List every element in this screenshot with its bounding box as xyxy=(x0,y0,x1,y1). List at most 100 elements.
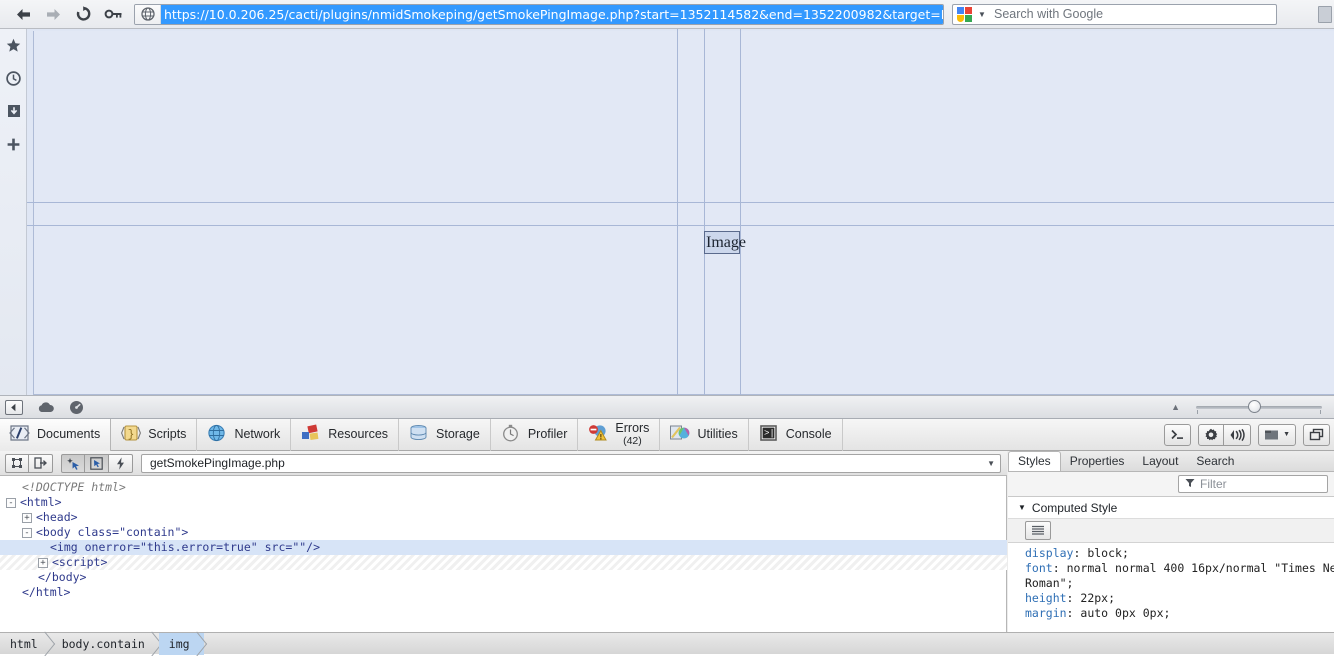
tab-properties[interactable]: Properties xyxy=(1061,452,1134,471)
zoom-handle[interactable] xyxy=(1248,400,1261,413)
dom-node-text: </body> xyxy=(38,570,87,584)
tab-label: Errors xyxy=(615,421,650,436)
dom-node-text: <body class="contain"> xyxy=(36,525,189,539)
tab-documents[interactable]: Documents xyxy=(0,418,112,451)
documents-icon xyxy=(8,423,31,446)
dom-tree-row[interactable]: </body> xyxy=(0,570,1007,585)
breadcrumb-item-html[interactable]: html xyxy=(0,633,52,655)
tab-profiler[interactable]: Profiler xyxy=(491,418,579,451)
tab-label: Network xyxy=(234,426,281,441)
utilities-icon xyxy=(668,423,691,446)
tab-layout[interactable]: Layout xyxy=(1133,452,1187,471)
dom-panel: getSmokePingImage.php ▼ <!DOCTYPE html> … xyxy=(0,451,1007,635)
chevron-down-icon[interactable]: ▼ xyxy=(978,10,986,19)
highlight-element-button[interactable] xyxy=(61,453,85,473)
dom-tree-row-selected[interactable]: <img onerror="this.error=true" src=""/> xyxy=(0,540,1007,555)
svg-text:}: } xyxy=(128,429,135,441)
tab-label: Resources xyxy=(328,426,389,441)
security-key-icon[interactable] xyxy=(98,1,128,27)
computed-style-row: display: block; xyxy=(1025,546,1129,560)
search-input[interactable]: Search with Google xyxy=(986,7,1276,21)
lines-icon[interactable] xyxy=(1025,521,1051,540)
css-value: Roman"; xyxy=(1025,576,1074,590)
resources-icon xyxy=(299,423,322,446)
toolbar-overflow xyxy=(1277,5,1334,23)
forward-button[interactable] xyxy=(38,1,68,27)
cloud-icon[interactable] xyxy=(37,401,55,413)
dom-tree-row[interactable]: <!DOCTYPE html> xyxy=(0,480,1007,495)
tab-errors[interactable]: Errors (42) xyxy=(578,418,661,451)
triangle-up-icon[interactable]: ▲ xyxy=(1171,402,1180,412)
errors-icon xyxy=(586,423,609,446)
breadcrumb-item-img[interactable]: img xyxy=(158,632,204,655)
remote-debug-button[interactable] xyxy=(1224,423,1252,446)
dom-node-text: <script> xyxy=(52,555,108,569)
trash-icon[interactable] xyxy=(1318,5,1332,23)
dom-tree-row[interactable]: + <script> xyxy=(0,555,1007,570)
dom-tree-row[interactable]: </html> xyxy=(0,585,1007,600)
dom-tree-row[interactable]: - <body class="contain"> xyxy=(0,525,1007,540)
dom-tree[interactable]: <!DOCTYPE html> - <html> + <head> - <body c… xyxy=(0,476,1007,635)
panel-toggle-icon[interactable] xyxy=(5,399,23,415)
tab-scripts[interactable]: } Scripts xyxy=(111,418,198,451)
tab-utilities[interactable]: Utilities xyxy=(660,418,749,451)
force-state-button[interactable] xyxy=(109,453,133,473)
dom-tree-row[interactable]: + <head> xyxy=(0,510,1007,525)
select-element-button[interactable] xyxy=(85,453,109,473)
detach-button[interactable] xyxy=(1303,423,1330,446)
page-content-area[interactable]: Image xyxy=(27,29,1334,395)
collapse-toggle[interactable]: - xyxy=(22,527,32,538)
document-selector-value: getSmokePingImage.php xyxy=(150,456,285,470)
styles-filter-bar: Filter xyxy=(1008,472,1334,497)
computed-style-list[interactable]: display: block; font: normal normal 400 … xyxy=(1008,543,1334,635)
command-line-button[interactable] xyxy=(1164,423,1192,446)
tab-network[interactable]: Network xyxy=(197,418,292,451)
chevron-down-icon[interactable]: ▼ xyxy=(987,459,995,468)
layout-guide-baseline xyxy=(27,225,1334,226)
tab-label: Console xyxy=(785,426,832,441)
computed-style-row: height: 22px; xyxy=(1025,591,1116,605)
gauge-icon[interactable] xyxy=(69,400,84,415)
styles-panel: Styles Properties Layout Search Filter ▼… xyxy=(1008,451,1334,635)
dom-tree-row[interactable]: - <html> xyxy=(0,495,1007,510)
document-selector[interactable]: getSmokePingImage.php ▼ xyxy=(141,453,1001,473)
tab-resources[interactable]: Resources xyxy=(291,418,400,451)
css-property: display xyxy=(1025,546,1074,560)
star-icon[interactable] xyxy=(0,29,27,62)
computed-style-toolbar xyxy=(1008,519,1334,543)
chevron-down-icon[interactable]: ▼ xyxy=(1283,431,1290,438)
expand-toggle[interactable]: + xyxy=(22,512,32,523)
collapse-toggle[interactable]: - xyxy=(6,497,16,508)
clock-icon[interactable] xyxy=(0,62,27,95)
expand-all-button[interactable] xyxy=(5,453,29,473)
css-value: normal normal 400 16px/normal "Times New xyxy=(1066,561,1334,575)
address-bar-input[interactable]: https://10.0.206.25/cacti/plugins/nmidSm… xyxy=(161,4,943,24)
tab-storage[interactable]: Storage xyxy=(399,418,491,451)
tab-label: Documents xyxy=(37,426,101,441)
css-value: auto 0px 0px; xyxy=(1080,606,1171,620)
window-mode-button[interactable]: ▼ xyxy=(1258,423,1296,446)
layout-guide-img-right xyxy=(740,29,741,395)
back-button[interactable] xyxy=(8,1,38,27)
tab-styles[interactable]: Styles xyxy=(1008,451,1061,471)
export-button[interactable] xyxy=(29,453,53,473)
layout-guide-top xyxy=(27,202,1334,203)
computed-style-row-continuation: Roman"; xyxy=(1025,576,1334,591)
plus-icon[interactable] xyxy=(0,128,27,161)
zoom-slider[interactable] xyxy=(1196,400,1322,414)
svg-text:>|: >| xyxy=(764,429,775,439)
tab-console[interactable]: >| Console xyxy=(749,418,843,451)
page-document xyxy=(33,31,1334,395)
filter-input[interactable]: Filter xyxy=(1178,475,1328,493)
search-box[interactable]: ▼ Search with Google xyxy=(952,3,1277,25)
download-icon[interactable] xyxy=(0,95,27,128)
img-element-highlight[interactable]: Image xyxy=(704,231,746,254)
reload-button[interactable] xyxy=(68,1,98,27)
tab-search[interactable]: Search xyxy=(1187,452,1243,471)
expand-toggle[interactable]: + xyxy=(38,557,48,568)
breadcrumb-item-body[interactable]: body.contain xyxy=(52,633,159,655)
triangle-down-icon[interactable]: ▼ xyxy=(1018,503,1026,512)
address-bar[interactable]: https://10.0.206.25/cacti/plugins/nmidSm… xyxy=(134,3,944,25)
computed-style-header[interactable]: ▼ Computed Style xyxy=(1008,497,1334,519)
settings-button[interactable] xyxy=(1198,423,1225,446)
